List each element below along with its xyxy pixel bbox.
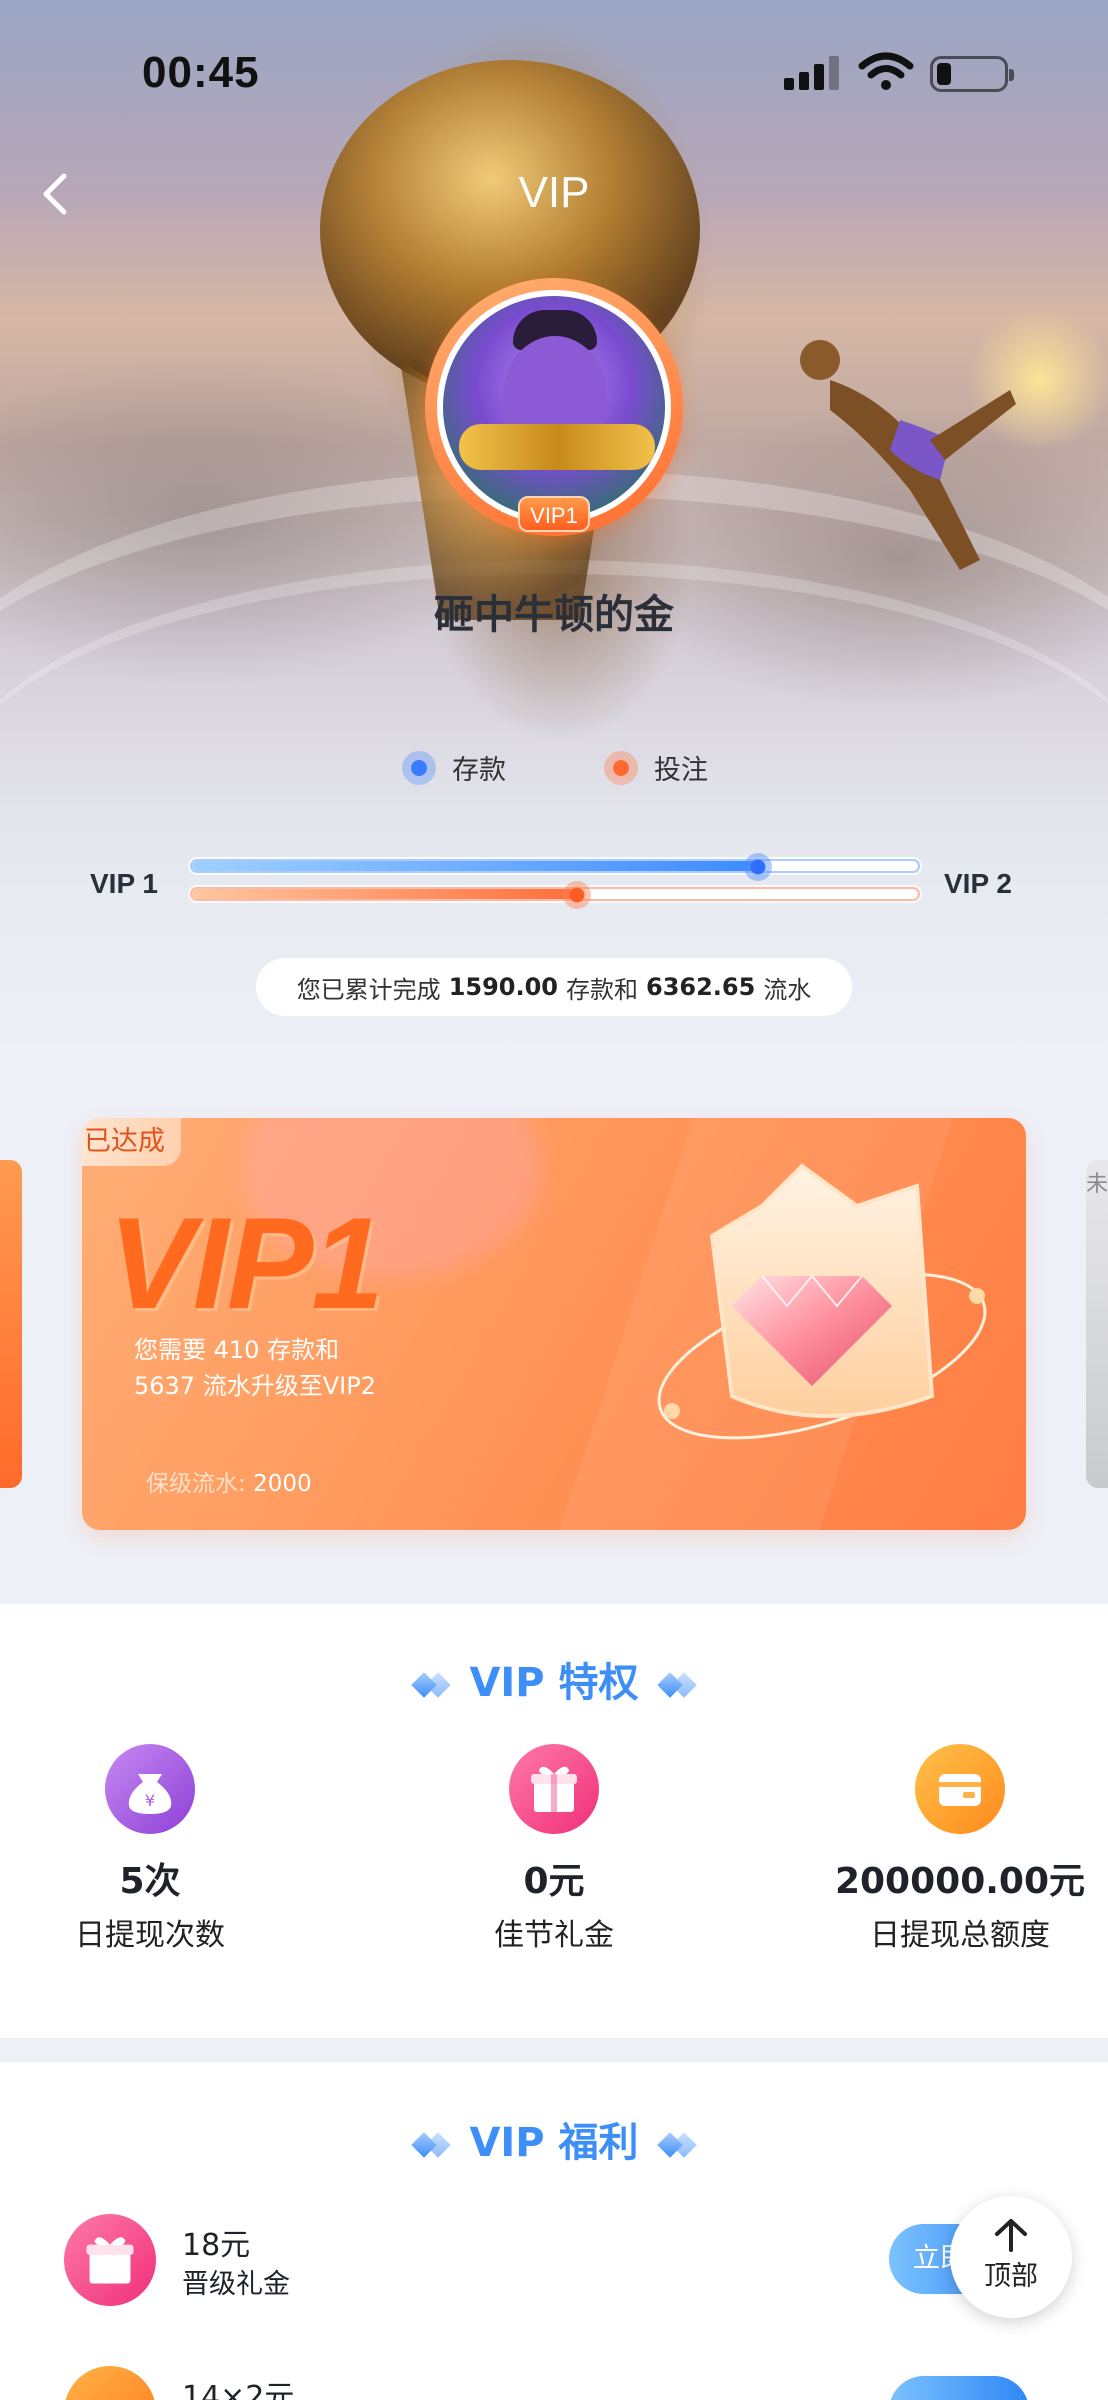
privilege-withdraw-count: ¥ 5次 日提现次数 — [0, 1744, 300, 1954]
page-title: VIP — [518, 168, 590, 217]
legend-bet-label: 投注 — [654, 755, 708, 786]
summary-deposit-amount: 1590.00 — [448, 973, 558, 1001]
next-vip-card[interactable] — [1086, 1160, 1108, 1488]
coin-icon — [64, 2366, 156, 2400]
battery-icon — [930, 56, 1014, 92]
wallet-icon — [915, 1744, 1005, 1834]
privilege-value: 200000.00元 — [834, 1861, 1086, 1902]
next-card-status: 未 — [1086, 1172, 1108, 1197]
money-bag-icon: ¥ — [105, 1744, 195, 1834]
scroll-top-label: 顶部 — [984, 2261, 1038, 2292]
privilege-value: 0元 — [523, 1861, 585, 1902]
privilege-holiday-gift: 0元 佳节礼金 — [404, 1744, 704, 1954]
benefit-item: 14×2元 — [64, 2366, 1044, 2400]
avatar-image — [437, 290, 671, 524]
next-level-label: VIP 2 — [944, 868, 1012, 899]
summary-suffix: 流水 — [763, 975, 812, 1004]
benefits-title: VIP 福利 — [0, 2110, 1108, 2168]
bet-progress-bar — [190, 881, 920, 909]
player-image — [800, 340, 1016, 570]
prev-vip-card[interactable] — [0, 1160, 22, 1488]
bet-progress-knob — [562, 881, 591, 909]
legend-deposit-label: 存款 — [452, 755, 506, 786]
wifi-icon — [858, 52, 914, 90]
requirement-line-1: 您需要 410 存款和 — [134, 1336, 340, 1364]
privileges-title-text: VIP 特权 — [469, 1660, 639, 1706]
legend-deposit: 存款 — [402, 748, 506, 787]
summary-turnover-amount: 6362.65 — [646, 973, 756, 1001]
legend-bet: 投注 — [604, 748, 708, 787]
scroll-top-button[interactable]: 顶部 — [950, 2196, 1072, 2318]
crown-diamond-icon — [657, 1163, 987, 1440]
deposit-progress-knob — [744, 853, 773, 881]
privilege-label: 日提现总额度 — [870, 1918, 1050, 1953]
diamond-right-icon — [656, 1672, 697, 1698]
summary-mid: 存款和 — [566, 975, 638, 1004]
summary-prefix: 您已累计完成 — [296, 975, 441, 1004]
arrow-up-icon — [995, 2219, 1027, 2252]
username: 砸中牛顿的金 — [434, 592, 674, 638]
vip-card-level: VIP1 — [108, 1190, 384, 1336]
achieved-badge: 已达成 — [82, 1118, 181, 1166]
current-level-label: VIP 1 — [90, 868, 158, 899]
diamond-left-icon — [411, 1672, 452, 1698]
benefit-item: 18元 晋级礼金 立即 — [64, 2214, 1044, 2314]
progress-summary: 您已累计完成 1590.00 存款和 6362.65 流水 — [256, 958, 852, 1016]
vip-level-badge: VIP1 — [518, 496, 590, 532]
diamond-left-icon — [411, 2132, 452, 2158]
benefit-amount: 14×2元 — [182, 2380, 295, 2400]
privileges-title: VIP 特权 — [0, 1650, 1108, 1708]
svg-text:¥: ¥ — [145, 1791, 155, 1810]
keep-value: 2000 — [253, 1471, 312, 1497]
benefit-amount: 18元 — [182, 2228, 251, 2263]
privilege-value: 5次 — [119, 1861, 181, 1902]
privilege-label: 日提现次数 — [75, 1918, 225, 1953]
gift-icon — [509, 1744, 599, 1834]
deposit-dot-icon — [402, 750, 436, 785]
status-time: 00:45 — [142, 48, 260, 97]
requirement-line-2: 5637 流水升级至VIP2 — [134, 1372, 376, 1400]
benefit-name: 晋级礼金 — [182, 2269, 290, 2300]
claim-button[interactable] — [889, 2376, 1029, 2400]
gift-icon — [64, 2214, 156, 2306]
bet-progress-fill — [192, 889, 577, 899]
keep-label: 保级流水: — [146, 1471, 246, 1497]
deposit-progress-fill — [192, 861, 759, 871]
privilege-label: 佳节礼金 — [494, 1918, 614, 1953]
vip-page: 00:45 VIP VIP1 砸中牛顿的金 存款 投注 VIP 1 VIP 2 … — [0, 0, 1108, 2400]
benefits-section: VIP 福利 18元 晋级礼金 立即 14×2元 — [0, 2062, 1108, 2400]
cellular-signal-icon — [784, 56, 842, 90]
deposit-progress-bar — [190, 853, 920, 881]
current-vip-card[interactable]: 已达成 VIP1 您需要 410 存款和 5637 流水升级至VIP2 保级流水… — [82, 1118, 1026, 1530]
upgrade-requirement: 您需要 410 存款和 5637 流水升级至VIP2 — [134, 1332, 494, 1404]
keep-level-turnover: 保级流水: 2000 — [146, 1464, 312, 1498]
hero-background: 00:45 VIP VIP1 砸中牛顿的金 存款 投注 VIP 1 VIP 2 … — [0, 0, 1108, 1060]
privilege-withdraw-limit: 200000.00元 日提现总额度 — [810, 1744, 1108, 1954]
benefits-title-text: VIP 福利 — [469, 2120, 639, 2166]
privileges-section: VIP 特权 ¥ 5次 日提现次数 0元 佳节礼金 200000.00元 日提现… — [0, 1604, 1108, 2038]
bet-dot-icon — [604, 750, 638, 785]
diamond-right-icon — [656, 2132, 697, 2158]
